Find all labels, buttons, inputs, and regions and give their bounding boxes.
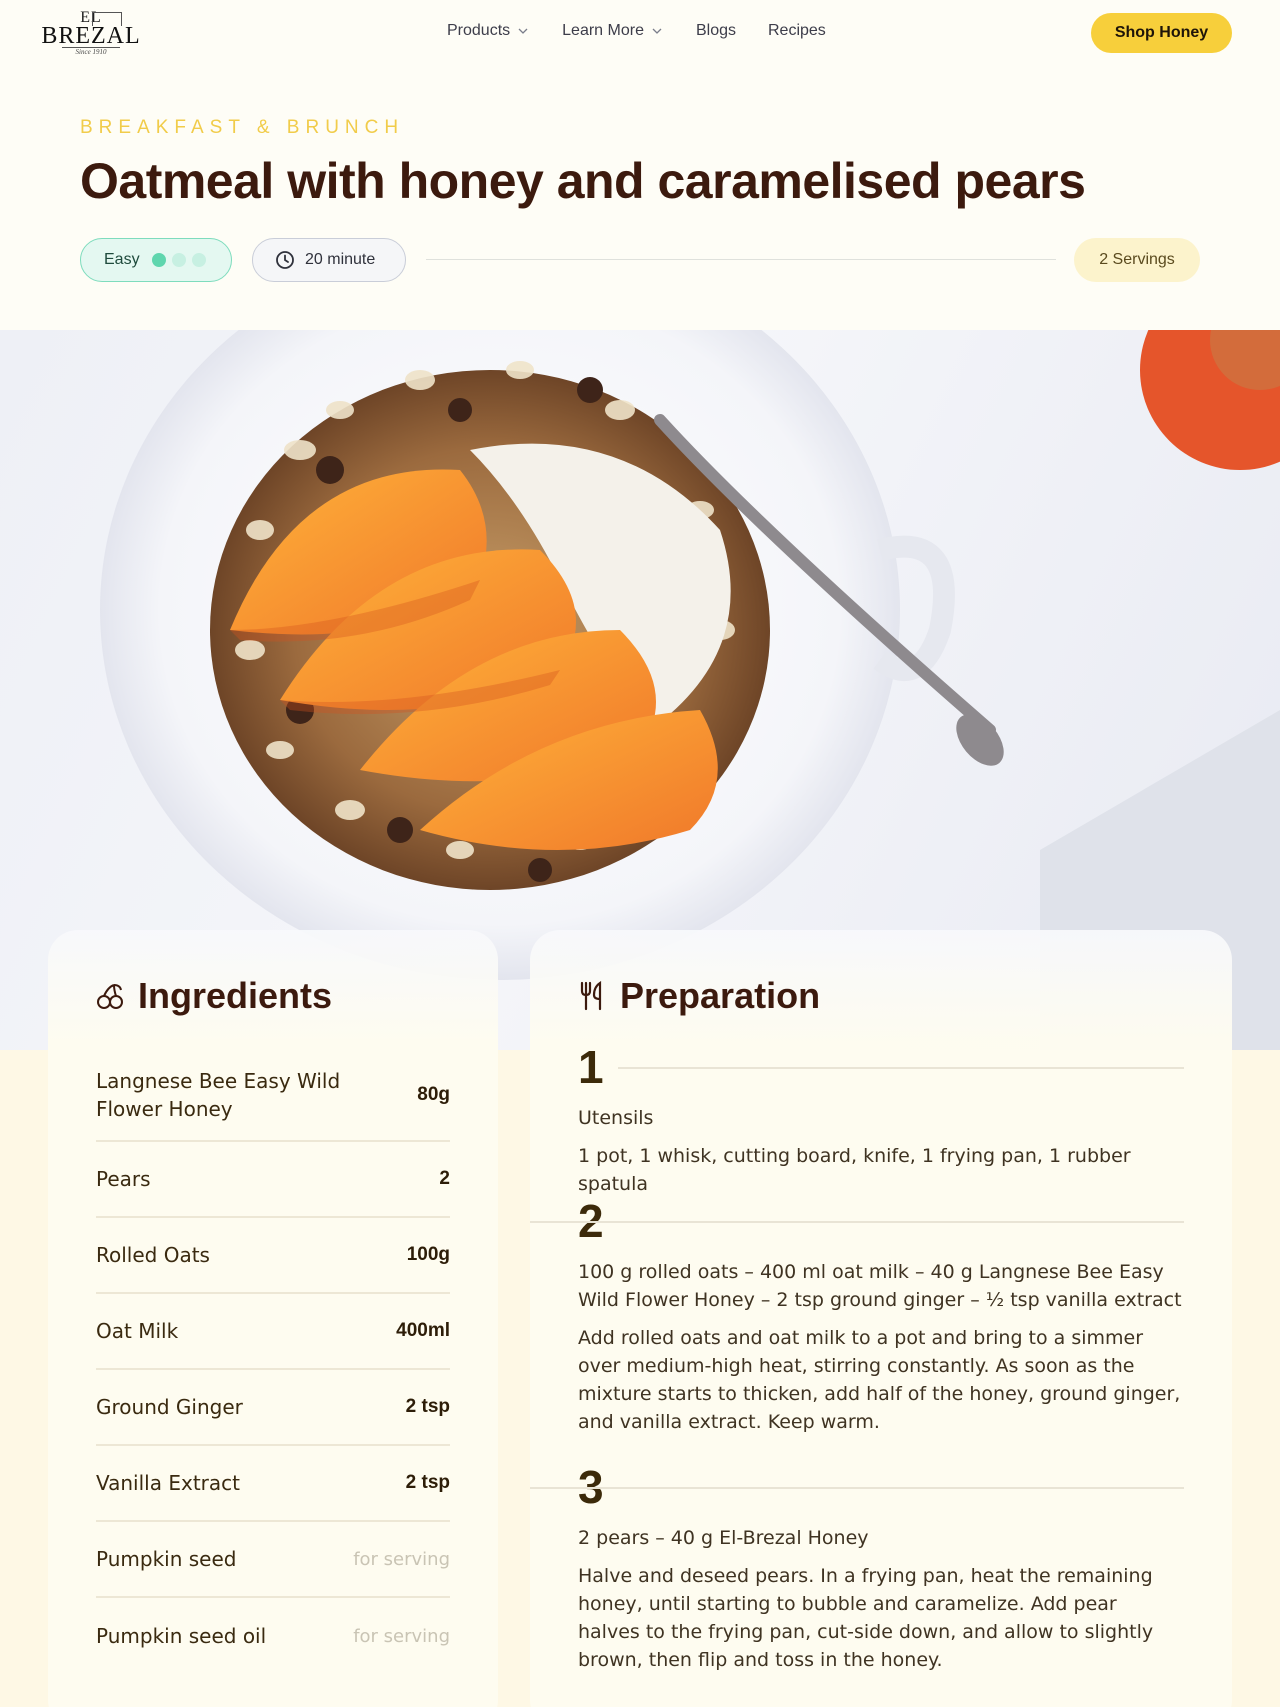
ingredient-row: Pears 2 <box>96 1142 450 1218</box>
cherries-icon <box>97 984 123 1009</box>
ingredient-row: Pumpkin seed oil for serving <box>96 1598 450 1674</box>
difficulty-dots <box>151 253 206 267</box>
shop-honey-button[interactable]: Shop Honey <box>1091 13 1232 53</box>
nav-learn-more-label: Learn More <box>562 22 644 39</box>
step-text: 1 pot, 1 whisk, cutting board, knife, 1 … <box>578 1145 1131 1195</box>
preparation-card: Preparation 1 Utensils 1 pot, 1 whisk, c… <box>530 930 1232 1707</box>
servings-label: 2 Servings <box>1099 251 1175 268</box>
prep-step: 2 100 g rolled oats – 400 ml oat milk – … <box>530 1196 1184 1436</box>
ingredient-row: Rolled Oats 100g <box>96 1218 450 1294</box>
top-nav: EL BREZAL Since 1910 Products Learn More… <box>0 0 1280 66</box>
ingredient-row: Oat Milk 400ml <box>96 1294 450 1370</box>
logo-house-icon <box>92 12 122 26</box>
ingredient-row: Langnese Bee Easy Wild Flower Honey 80g <box>96 1050 450 1142</box>
recipe-category[interactable]: BREAKFAST & BRUNCH <box>80 117 404 139</box>
ingredient-name: Pears <box>96 1167 151 1191</box>
recipe-meta: Easy 20 minute 2 Servings <box>80 238 1200 282</box>
nav-blogs-label: Blogs <box>695 22 736 39</box>
ingredient-qty: 2 <box>439 1168 450 1189</box>
step-number: 1 <box>578 1042 1184 1092</box>
servings-badge: 2 Servings <box>1074 238 1200 282</box>
ingredient-name: Ground Ginger <box>96 1395 243 1419</box>
utensils-icon <box>580 981 602 1011</box>
step-text: Add rolled oats and oat milk to a pot an… <box>578 1327 1181 1433</box>
ingredient-qty: 80g <box>417 1084 450 1105</box>
nav-blogs[interactable]: Blogs <box>696 22 736 40</box>
difficulty-dot <box>191 253 206 267</box>
recipe-title: Oatmeal with honey and caramelised pears <box>80 153 1086 209</box>
nav-learn-more[interactable]: Learn More <box>562 22 662 40</box>
step-divider <box>618 1067 1184 1069</box>
preparation-heading: Preparation <box>578 975 820 1017</box>
step-text: Halve and deseed pears. In a frying pan,… <box>578 1565 1154 1671</box>
meta-divider <box>426 259 1056 260</box>
ingredient-name: Vanilla Extract <box>96 1471 240 1495</box>
step-subtitle: 2 pears – 40 g El-Brezal Honey <box>578 1527 869 1549</box>
ingredient-qty: 100g <box>406 1244 450 1265</box>
ingredient-qty: for serving <box>353 1625 450 1647</box>
ingredient-qty: 400ml <box>396 1320 450 1341</box>
ingredient-row: Ground Ginger 2 tsp <box>96 1370 450 1446</box>
ingredient-name: Pumpkin seed oil <box>96 1624 267 1648</box>
ingredients-list: Langnese Bee Easy Wild Flower Honey 80g … <box>96 1050 450 1674</box>
difficulty-label: Easy <box>104 251 140 268</box>
brand-logo[interactable]: EL BREZAL Since 1910 <box>41 10 139 58</box>
step-subtitle: Utensils <box>578 1107 654 1129</box>
step-number-label: 1 <box>578 1041 604 1093</box>
nav-products[interactable]: Products <box>447 22 528 40</box>
step-number: 3 <box>530 1462 1184 1512</box>
chevron-down-icon <box>652 28 662 34</box>
ingredient-name: Oat Milk <box>96 1319 179 1343</box>
chevron-down-icon <box>518 28 528 34</box>
nav-products-label: Products <box>447 22 511 39</box>
prep-step: 1 Utensils 1 pot, 1 whisk, cutting board… <box>578 1042 1184 1198</box>
ingredient-qty: 2 tsp <box>405 1472 450 1493</box>
ingredient-name: Rolled Oats <box>96 1243 210 1267</box>
ingredient-row: Vanilla Extract 2 tsp <box>96 1446 450 1522</box>
preparation-title: Preparation <box>620 975 821 1016</box>
step-number: 2 <box>530 1196 1184 1246</box>
nav-recipes[interactable]: Recipes <box>768 22 826 40</box>
step-divider <box>530 1487 1184 1489</box>
nav-links: Products Learn More Blogs Recipes <box>447 22 826 40</box>
logo-main-text: BREZAL <box>41 23 141 49</box>
time-label: 20 minute <box>305 251 376 268</box>
nav-recipes-label: Recipes <box>768 22 826 39</box>
ingredients-heading: Ingredients <box>96 975 332 1017</box>
time-badge: 20 minute <box>252 238 406 282</box>
ingredient-name: Pumpkin seed <box>96 1547 237 1571</box>
ingredients-card: Ingredients Langnese Bee Easy Wild Flowe… <box>48 930 498 1707</box>
clock-icon <box>276 251 294 269</box>
ingredient-row: Pumpkin seed for serving <box>96 1522 450 1598</box>
difficulty-dot <box>171 253 186 267</box>
step-subtitle: 100 g rolled oats – 400 ml oat milk – 40… <box>578 1261 1182 1311</box>
ingredient-qty: for serving <box>353 1548 450 1570</box>
difficulty-badge: Easy <box>80 238 232 282</box>
logo-since-text: Since 1910 <box>61 47 121 57</box>
ingredient-qty: 2 tsp <box>405 1396 450 1417</box>
difficulty-dot <box>151 253 166 267</box>
prep-step: 3 2 pears – 40 g El-Brezal Honey Halve a… <box>530 1462 1184 1674</box>
step-divider <box>530 1221 1184 1223</box>
ingredients-title: Ingredients <box>138 975 333 1016</box>
ingredient-name: Langnese Bee Easy Wild Flower Honey <box>96 1069 341 1121</box>
